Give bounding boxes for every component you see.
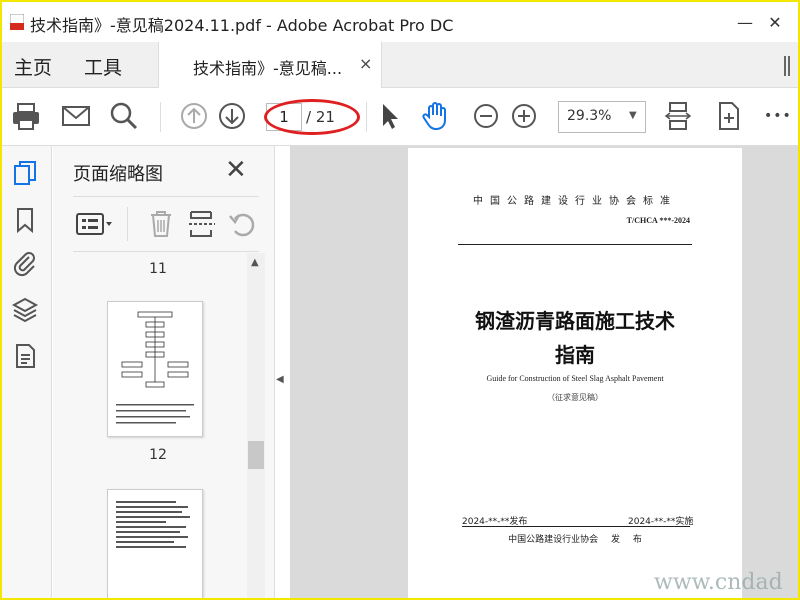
thumbnail-text-line (116, 511, 182, 513)
rotate-view-icon[interactable] (712, 100, 744, 132)
flowchart-thumbnail (116, 311, 194, 424)
toolbar-divider (160, 102, 161, 132)
tab-bar: 主页 工具 技术指南》-意见稿... × (2, 42, 798, 88)
zoom-select[interactable]: 29.3% ▼ (558, 101, 646, 133)
pdf-page: 中国公路建设行业协会标准 T/CHCA ***-2024 钢渣沥青路面施工技术 … (408, 148, 742, 598)
thumbnail-page-label: 11 (149, 261, 167, 277)
thumbnail-text-line (116, 516, 190, 518)
undo-icon[interactable] (227, 209, 257, 239)
main-toolbar: 1 / 21 29.3% ▼ ••• (2, 88, 798, 146)
thumbnail-text-line (116, 526, 186, 528)
document-title: 钢渣沥青路面施工技术 指南 (408, 304, 742, 372)
thumbnail-page-12[interactable] (107, 489, 203, 598)
fit-page-icon[interactable] (662, 100, 694, 132)
collapse-panel-icon[interactable]: ◀ (276, 374, 284, 385)
thumbnail-scrollbar[interactable]: ▲ (247, 253, 265, 598)
tab-document[interactable]: 技术指南》-意见稿... × (158, 42, 382, 88)
email-icon[interactable] (60, 100, 92, 132)
thumbnail-text-line (116, 521, 166, 523)
title-line-2: 指南 (555, 343, 595, 367)
search-icon[interactable] (108, 100, 140, 132)
zoom-value: 29.3% (567, 108, 612, 124)
next-page-icon[interactable] (216, 100, 248, 132)
navigation-rail (2, 146, 52, 598)
thumbnail-text-line (116, 506, 188, 508)
document-tab-label: 技术指南》-意见稿... (193, 59, 343, 78)
issuer: 中国公路建设行业协会 发 布 (508, 535, 642, 545)
document-properties-icon[interactable] (11, 342, 39, 370)
print-icon[interactable] (10, 100, 42, 132)
thumbnail-text-line (116, 531, 180, 533)
acrobat-window: 技术指南》-意见稿2024.11.pdf - Adobe Acrobat Pro… (2, 2, 798, 598)
document-view[interactable]: 中国公路建设行业协会标准 T/CHCA ***-2024 钢渣沥青路面施工技术 … (290, 146, 798, 598)
thumbnails-panel: 页面缩略图 ✕ 11 12 ▲ (53, 146, 275, 598)
header-rule (458, 244, 692, 245)
thumbnail-text-line (116, 501, 176, 503)
bookmark-icon[interactable] (11, 206, 39, 234)
scrollbar-thumb[interactable] (248, 441, 264, 469)
thumbnail-text-line (116, 536, 188, 538)
toolbar-divider (366, 102, 367, 132)
pdf-file-icon (10, 14, 24, 30)
previous-page-icon[interactable] (178, 100, 210, 132)
zoom-out-icon[interactable] (470, 100, 502, 132)
watermark: www.cndad (654, 570, 783, 595)
draft-note: （征求意见稿） (547, 393, 603, 402)
standard-header: 中国公路建设行业协会标准 (473, 196, 677, 207)
title-line-1: 钢渣沥青路面施工技术 (475, 309, 675, 333)
tab-scroll-handle[interactable] (784, 56, 790, 76)
chevron-down-icon: ▼ (629, 110, 637, 121)
close-panel-button[interactable]: ✕ (225, 155, 247, 185)
thumbnail-page-11[interactable] (107, 301, 203, 437)
layers-icon[interactable] (11, 296, 39, 324)
close-window-button[interactable]: ✕ (752, 2, 798, 42)
standard-code: T/CHCA ***-2024 (626, 216, 690, 225)
english-title: Guide for Construction of Steel Slag Asp… (486, 374, 664, 383)
hand-tool-icon[interactable] (420, 100, 452, 132)
panel-toolbar-divider (127, 207, 128, 241)
zoom-in-icon[interactable] (508, 100, 540, 132)
thumbnail-options-icon[interactable] (75, 211, 115, 237)
select-cursor-icon[interactable] (374, 100, 406, 132)
annotation-ellipse (264, 99, 360, 135)
close-tab-button[interactable]: × (359, 54, 372, 73)
tab-home[interactable]: 主页 (14, 53, 52, 80)
thumbnail-text-line (116, 541, 174, 543)
scroll-up-icon[interactable]: ▲ (251, 257, 259, 268)
more-tools-button[interactable]: ••• (764, 108, 792, 124)
tab-tools[interactable]: 工具 (84, 53, 122, 80)
extract-pages-icon[interactable] (187, 209, 217, 239)
delete-page-icon[interactable] (147, 209, 175, 239)
text-page-thumbnail (108, 490, 202, 548)
page-thumbnails-icon[interactable] (11, 160, 39, 188)
footer-rule (462, 526, 690, 527)
thumbnail-list: 11 12 ▲ (73, 253, 265, 598)
panel-title: 页面缩略图 (73, 164, 163, 185)
thumbnail-page-label: 12 (149, 447, 167, 463)
title-bar: 技术指南》-意见稿2024.11.pdf - Adobe Acrobat Pro… (2, 2, 798, 42)
panel-toolbar (73, 196, 259, 252)
thumbnail-text-line (116, 546, 186, 548)
attachment-icon[interactable] (11, 250, 39, 278)
window-title: 技术指南》-意见稿2024.11.pdf - Adobe Acrobat Pro… (30, 16, 454, 35)
